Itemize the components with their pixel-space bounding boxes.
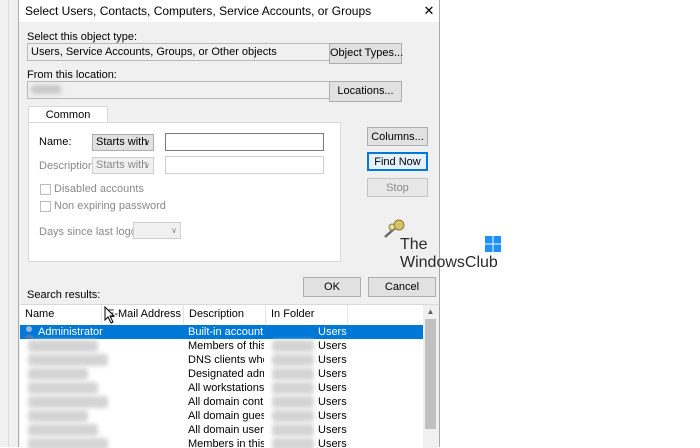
cell-folder: Users — [318, 326, 347, 338]
column-header-description[interactable]: Description — [184, 305, 266, 324]
non-expiring-password-label: Non expiring password — [54, 200, 166, 212]
redacted-name — [28, 354, 108, 366]
chevron-down-icon: ∨ — [144, 138, 150, 147]
object-type-field: Users, Service Accounts, Groups, or Othe… — [27, 43, 340, 61]
cell-folder: Users — [318, 382, 347, 394]
scrollbar-thumb[interactable] — [425, 319, 436, 429]
name-input[interactable] — [165, 133, 324, 151]
days-since-logon-select[interactable]: ∨ — [133, 222, 181, 239]
search-results-label: Search results: — [27, 289, 101, 301]
chevron-down-icon: ∨ — [144, 161, 150, 170]
cell-folder: Users — [318, 424, 347, 436]
name-label: Name: — [39, 136, 72, 148]
cell-description: Built-in account f... — [188, 326, 264, 338]
cell-description: DNS clients who... — [188, 354, 264, 366]
cell-folder: Users — [318, 396, 347, 408]
redacted-folder-path — [272, 410, 314, 422]
redacted-name — [28, 382, 98, 394]
redacted-folder-path — [272, 340, 314, 352]
close-icon[interactable]: ✕ — [419, 0, 439, 22]
tab-common-queries[interactable]: Common Queries — [28, 106, 108, 137]
ok-button[interactable]: OK — [303, 277, 361, 297]
find-now-button[interactable]: Find Now — [367, 152, 428, 171]
table-row[interactable]: Members of this ... Users — [20, 339, 423, 353]
redacted-folder-path — [272, 396, 314, 408]
windows-logo-icon — [485, 236, 501, 252]
scroll-up-icon[interactable]: ▲ — [423, 305, 438, 319]
cell-folder: Users — [318, 410, 347, 422]
column-header-name[interactable]: Name — [20, 305, 102, 324]
cell-folder: Users — [318, 368, 347, 380]
object-types-button[interactable]: Object Types... — [329, 43, 403, 64]
non-expiring-password-checkbox[interactable] — [40, 201, 51, 212]
description-operator-select[interactable]: Starts with ∨ — [92, 157, 154, 174]
search-results-list[interactable]: Name E-Mail Address Description In Folde… — [20, 304, 438, 448]
cell-description: All domain users — [188, 424, 264, 436]
redacted-name — [28, 424, 98, 436]
redacted-folder-path — [272, 382, 314, 394]
cell-folder: Users — [318, 438, 347, 448]
locations-button[interactable]: Locations... — [329, 81, 402, 102]
cell-description: Designated admi... — [188, 368, 264, 380]
description-label: Description: — [39, 160, 98, 172]
cancel-button[interactable]: Cancel — [368, 277, 436, 297]
columns-button[interactable]: Columns... — [367, 127, 428, 146]
location-label: From this location: — [27, 69, 117, 81]
chevron-down-icon: ∨ — [171, 226, 177, 235]
watermark: The WindowsClub — [400, 236, 498, 272]
redacted-name — [28, 368, 88, 380]
location-field — [27, 81, 340, 99]
table-row[interactable]: All domain users Users — [20, 423, 423, 437]
description-input[interactable] — [165, 156, 324, 174]
cell-folder: Users — [318, 340, 347, 352]
table-row[interactable]: Members in this ... Users — [20, 437, 423, 448]
redacted-folder-path — [272, 424, 314, 436]
days-since-logon-label: Days since last logon: — [39, 226, 146, 238]
table-row[interactable]: All domain guests Users — [20, 409, 423, 423]
object-type-label: Select this object type: — [27, 31, 138, 43]
table-row[interactable]: Administrator Built-in account f... Users — [20, 325, 423, 339]
table-row[interactable]: Designated admi... Users — [20, 367, 423, 381]
redacted-name — [28, 396, 108, 408]
cell-description: All workstations ... — [188, 382, 264, 394]
redacted-name — [28, 340, 98, 352]
cell-description: Members in this ... — [188, 438, 264, 448]
cell-description: Members of this ... — [188, 340, 264, 352]
cell-description: All domain guests — [188, 410, 264, 422]
results-scrollbar[interactable]: ▲ — [423, 305, 438, 448]
cell-description: All domain contr... — [188, 396, 264, 408]
table-row[interactable]: All workstations ... Users — [20, 381, 423, 395]
disabled-accounts-checkbox[interactable] — [40, 184, 51, 195]
description-operator-value: Starts with — [96, 159, 148, 171]
redacted-name — [28, 410, 88, 422]
watermark-line1: The — [400, 236, 428, 253]
name-operator-select[interactable]: Starts with ∨ — [92, 134, 154, 151]
disabled-accounts-label: Disabled accounts — [54, 183, 144, 195]
redacted-folder-path — [272, 368, 314, 380]
column-header-folder[interactable]: In Folder — [266, 305, 348, 324]
mouse-cursor-icon — [104, 305, 116, 327]
cell-folder: Users — [318, 354, 347, 366]
dialog-title: Select Users, Contacts, Computers, Servi… — [25, 4, 372, 18]
stop-button[interactable]: Stop — [367, 178, 428, 197]
common-queries-panel: Name: Starts with ∨ Description: Starts … — [28, 122, 341, 262]
table-row[interactable]: DNS clients who... Users — [20, 353, 423, 367]
redacted-folder-path — [272, 354, 314, 366]
table-row[interactable]: All domain contr... Users — [20, 395, 423, 409]
watermark-line2: WindowsClub — [400, 254, 498, 271]
title-bar: Select Users, Contacts, Computers, Servi… — [19, 0, 439, 22]
name-operator-value: Starts with — [96, 136, 148, 148]
cell-name: Administrator — [38, 326, 103, 338]
select-users-dialog: Select Users, Contacts, Computers, Servi… — [18, 0, 440, 448]
